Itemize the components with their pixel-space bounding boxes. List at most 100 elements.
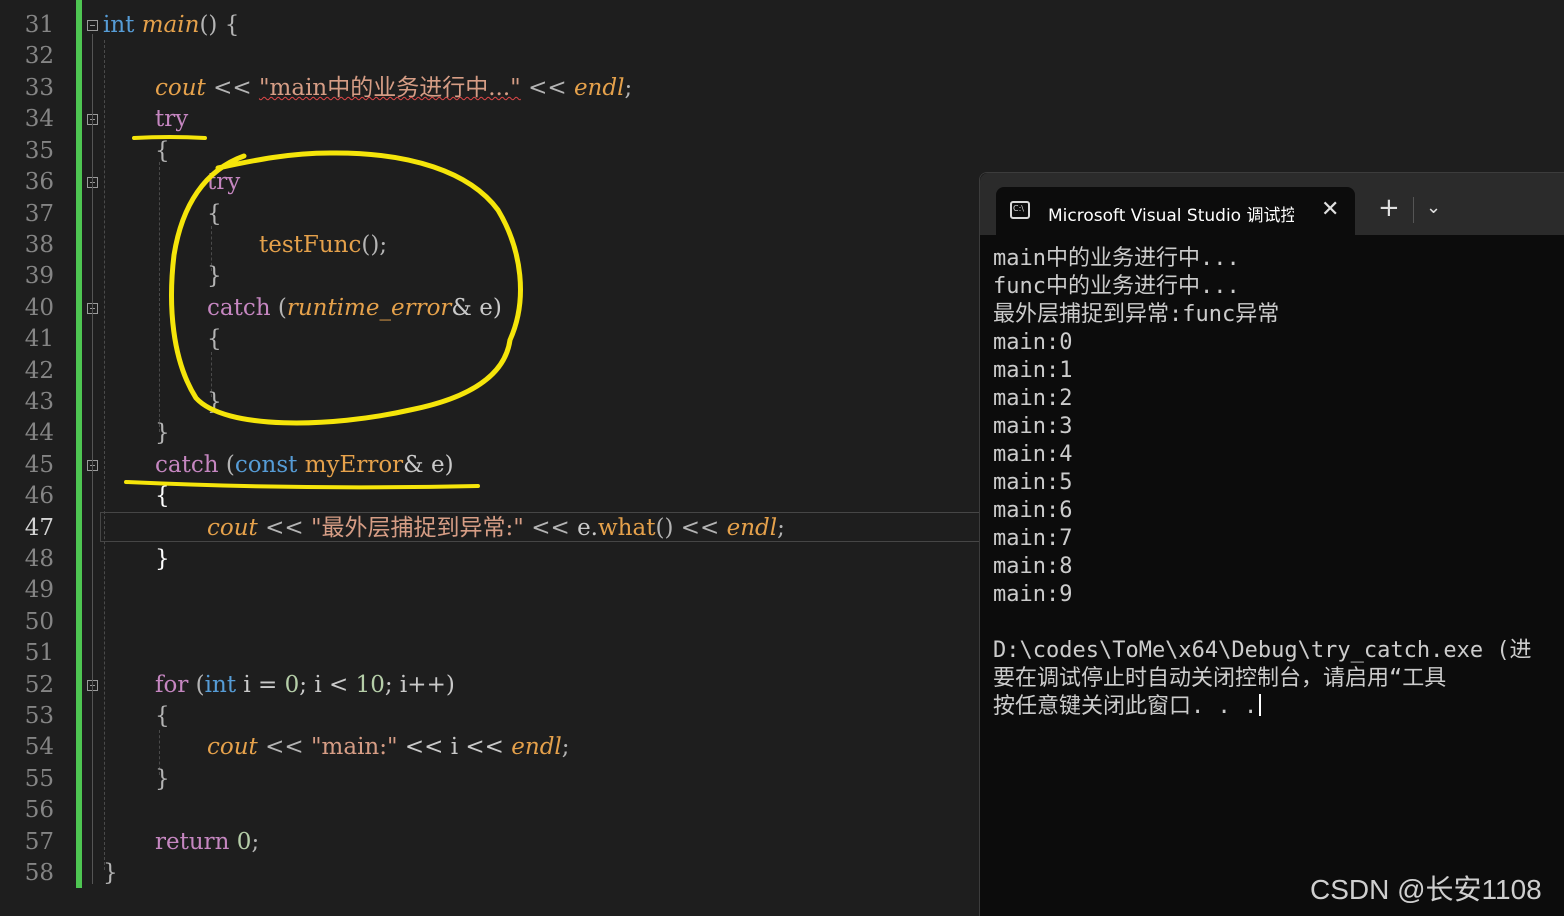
line-number: 45 [24, 452, 54, 478]
brace: } [207, 263, 222, 289]
keyword: return [155, 829, 230, 855]
change-indicator-bar [76, 0, 82, 888]
console-line: main:0 [993, 330, 1073, 355]
line-number: 54 [24, 734, 54, 760]
line-number: 33 [24, 75, 54, 101]
identifier: e. [577, 515, 598, 541]
line-number: 38 [24, 232, 54, 258]
code-line-41[interactable]: { [207, 324, 222, 354]
code-line-47[interactable]: cout << "最外层捕捉到异常:" << e.what() << endl; [207, 513, 785, 543]
code-line-38[interactable]: testFunc(); [259, 230, 387, 260]
line-number: 56 [24, 797, 54, 823]
collapse-icon[interactable] [87, 20, 98, 31]
line-number: 49 [24, 577, 54, 603]
keyword: int [103, 12, 135, 38]
console-output[interactable]: main中的业务进行中... func中的业务进行中... 最外层捕捉到异常:f… [993, 245, 1564, 721]
line-number: 31 [24, 12, 54, 38]
console-line: main:7 [993, 526, 1073, 551]
brace: } [207, 389, 222, 415]
line-number: 32 [24, 43, 54, 69]
code-line-31[interactable]: int main() { [103, 10, 239, 40]
keyword: for [155, 672, 189, 698]
punctuation: ; [251, 829, 260, 855]
line-number: 42 [24, 358, 54, 384]
new-tab-button[interactable]: + [1378, 195, 1400, 221]
operator: << [523, 515, 578, 541]
code-line-39[interactable]: } [207, 261, 222, 291]
console-line: main:9 [993, 582, 1073, 607]
brace: { [155, 703, 170, 729]
punctuation: ( [218, 452, 235, 478]
line-number: 39 [24, 263, 54, 289]
code-text: ; i < [299, 672, 356, 698]
console-line: main:5 [993, 470, 1073, 495]
line-number: 50 [24, 609, 54, 635]
code-line-40[interactable]: catch (runtime_error& e) [207, 293, 502, 323]
code-line-57[interactable]: return 0; [155, 827, 259, 857]
type-name: myError [304, 452, 404, 478]
line-number: 34 [24, 106, 54, 132]
line-number: 55 [24, 766, 54, 792]
outline-line [92, 34, 93, 884]
keyword: try [155, 106, 189, 132]
code-line-45[interactable]: catch (const myError& e) [155, 450, 454, 480]
code-line-44[interactable]: } [155, 418, 170, 448]
code-line-37[interactable]: { [207, 199, 222, 229]
console-line: main中的业务进行中... [993, 246, 1240, 271]
line-number: 37 [24, 201, 54, 227]
line-number: 51 [24, 640, 54, 666]
code-text: << i << [397, 734, 512, 760]
indent-guide [104, 40, 105, 870]
punctuation: () [655, 515, 674, 541]
code-line-33[interactable]: cout << "main中的业务进行中..." << endl; [155, 73, 632, 103]
code-line-55[interactable]: } [155, 764, 170, 794]
brace: { [155, 138, 170, 164]
console-line: main:6 [993, 498, 1073, 523]
console-line: main:8 [993, 554, 1073, 579]
identifier: cout [207, 734, 258, 760]
operator: << [257, 734, 311, 760]
console-line: func中的业务进行中... [993, 274, 1240, 299]
console-line: main:2 [993, 386, 1073, 411]
tab-debug-console[interactable]: Microsoft Visual Studio 调试控制台 ✕ [996, 187, 1355, 235]
console-line: 按任意键关闭此窗口. . . [993, 694, 1258, 719]
code-line-35[interactable]: { [155, 136, 170, 166]
type-name: runtime_error [286, 295, 452, 321]
text-cursor [1259, 694, 1262, 716]
code-line-34[interactable]: try [155, 104, 188, 134]
debug-console-window[interactable]: Microsoft Visual Studio 调试控制台 ✕ + ⌄ main… [979, 172, 1564, 916]
code-text: () { [199, 12, 240, 38]
code-text: i = [236, 672, 285, 698]
code-line-58[interactable]: } [103, 858, 118, 888]
function-call: testFunc [259, 232, 362, 258]
code-text: & e) [451, 295, 502, 321]
keyword: catch [207, 295, 271, 321]
console-line: 要在调试停止时自动关闭控制台，请启用“工具 [993, 666, 1447, 691]
code-line-43[interactable]: } [207, 387, 222, 417]
keyword: try [207, 169, 241, 195]
line-number: 36 [24, 169, 54, 195]
string-literal: "最外层捕捉到异常:" [310, 515, 524, 541]
chevron-down-icon[interactable]: ⌄ [1426, 197, 1441, 218]
code-line-36[interactable]: try [207, 167, 240, 197]
line-number: 48 [24, 546, 54, 572]
code-line-54[interactable]: cout << "main:" << i << endl; [207, 732, 570, 762]
line-number: 52 [24, 672, 54, 698]
code-line-52[interactable]: for (int i = 0; i < 10; i++) [155, 670, 455, 700]
line-number: 43 [24, 389, 54, 415]
function-name: main [141, 12, 200, 38]
console-line: 最外层捕捉到异常:func异常 [993, 302, 1280, 327]
tab-title: Microsoft Visual Studio 调试控制台 [1048, 206, 1294, 226]
code-line-48[interactable]: } [155, 544, 170, 574]
code-line-46[interactable]: { [155, 481, 170, 511]
number-literal: 0 [236, 829, 252, 855]
identifier: endl [511, 734, 562, 760]
console-line: main:1 [993, 358, 1073, 383]
line-number: 40 [24, 295, 54, 321]
brace: { [155, 483, 170, 509]
code-line-53[interactable]: { [155, 701, 170, 731]
brace: } [155, 420, 170, 446]
line-number: 44 [24, 420, 54, 446]
close-tab-button[interactable]: ✕ [1321, 197, 1339, 222]
